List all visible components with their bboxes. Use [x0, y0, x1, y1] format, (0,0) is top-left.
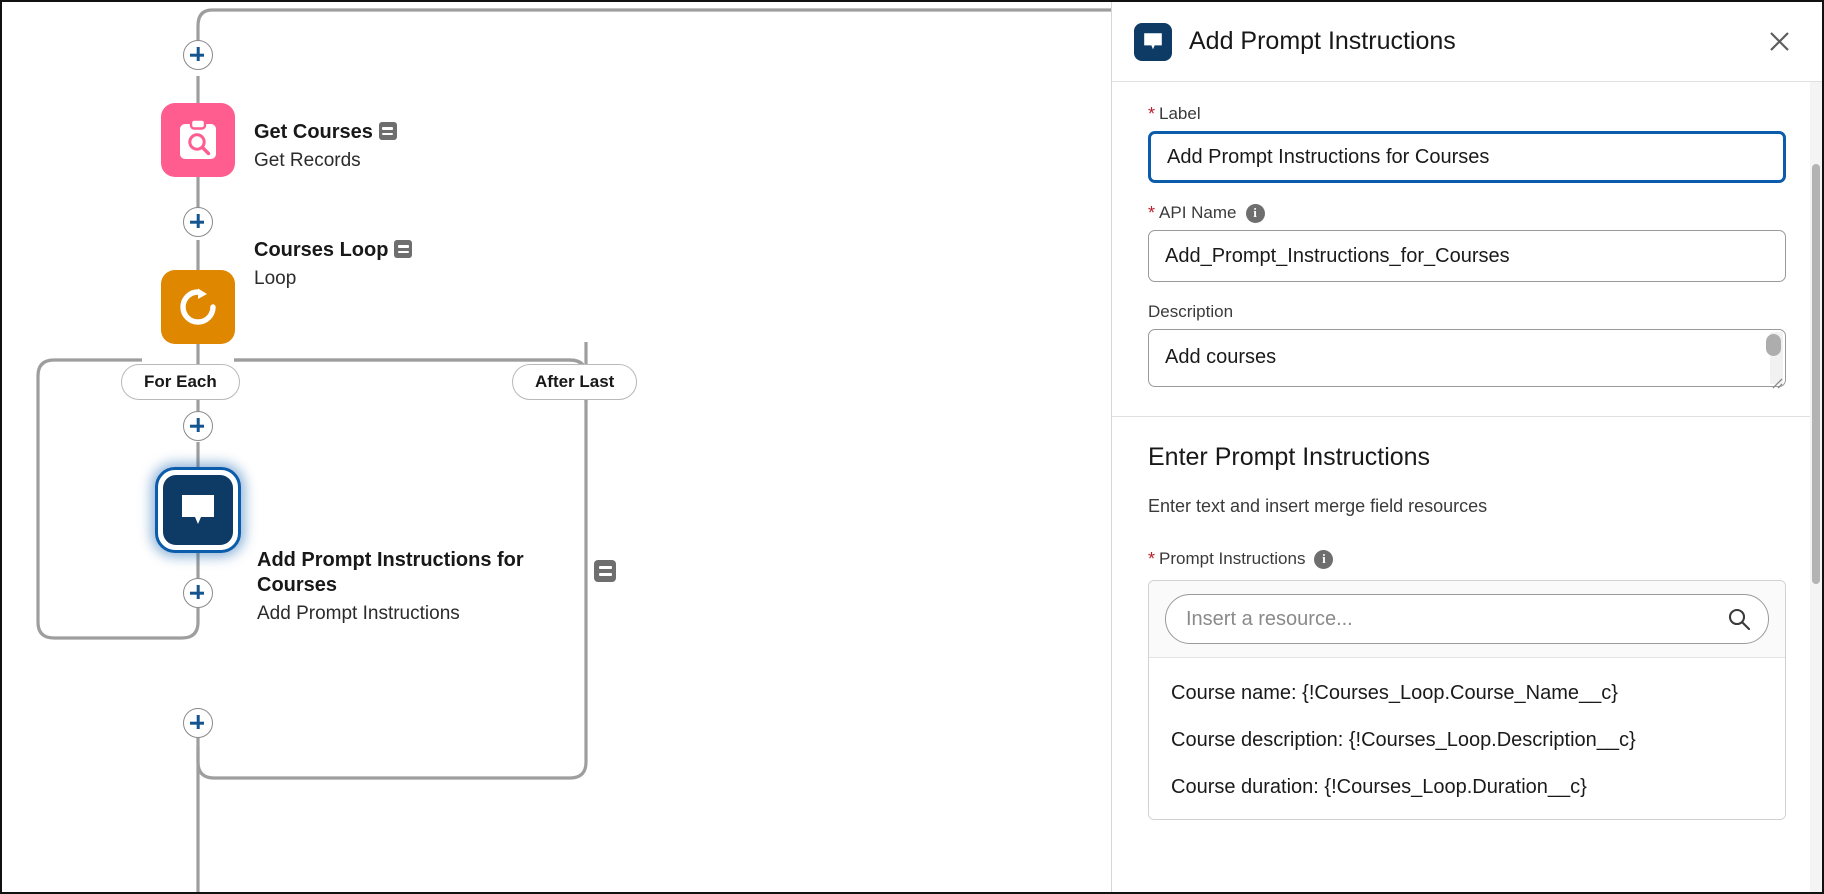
resource-search-box[interactable]	[1165, 594, 1769, 644]
prompt-instructions-editor: Course name: {!Courses_Loop.Course_Name_…	[1148, 580, 1786, 820]
description-textarea-wrap	[1148, 329, 1786, 392]
editor-content[interactable]: Course name: {!Courses_Loop.Course_Name_…	[1149, 658, 1785, 819]
label-field-label-text: Label	[1159, 104, 1201, 123]
resize-grip-icon[interactable]	[1770, 376, 1784, 390]
node-title-get-courses: Get Courses	[254, 121, 373, 143]
flow-canvas[interactable]: Get Courses Get Records Courses Loop Loo…	[2, 2, 1111, 892]
panel-title: Add Prompt Instructions	[1189, 27, 1456, 55]
add-element-button-top[interactable]	[183, 40, 213, 70]
add-element-button-after-loop[interactable]	[183, 708, 213, 738]
prompt-line: Course duration: {!Courses_Loop.Duration…	[1171, 776, 1587, 798]
node-title-add-prompt-instructions: Add Prompt Instructions for Courses	[257, 549, 524, 596]
description-badge-icon	[594, 560, 616, 582]
api-name-input[interactable]	[1148, 230, 1786, 282]
node-subtitle-get-courses: Get Records	[254, 150, 361, 171]
speech-bubble-icon	[182, 495, 214, 524]
node-label-courses-loop[interactable]: Courses Loop Loop	[254, 238, 413, 292]
loop-branch-for-each[interactable]: For Each	[121, 364, 240, 400]
api-name-field-label: * API Name i	[1148, 203, 1786, 223]
prompt-line: Course name: {!Courses_Loop.Course_Name_…	[1171, 682, 1618, 704]
add-element-button-in-loop[interactable]	[183, 411, 213, 441]
info-icon[interactable]: i	[1245, 203, 1265, 223]
description-field-group: Description	[1148, 302, 1786, 392]
prompt-instructions-section: Enter Prompt Instructions Enter text and…	[1112, 417, 1822, 820]
editor-toolbar	[1149, 581, 1785, 658]
node-subtitle-add-prompt-instructions: Add Prompt Instructions	[257, 603, 460, 624]
loop-branch-for-each-label: For Each	[144, 372, 217, 391]
description-field-label-text: Description	[1148, 302, 1234, 321]
loop-branch-after-last[interactable]: After Last	[512, 364, 638, 400]
close-icon[interactable]	[1762, 25, 1796, 59]
prompt-instructions-label: * Prompt Instructions i	[1148, 549, 1786, 569]
loop-refresh-icon	[180, 288, 216, 325]
add-element-button-after-action[interactable]	[183, 578, 213, 608]
label-input[interactable]	[1148, 131, 1786, 183]
node-label-add-prompt-instructions[interactable]: Add Prompt Instructions for Courses Add …	[257, 548, 587, 627]
node-subtitle-courses-loop: Loop	[254, 268, 297, 289]
general-settings-section: * Label * API Name i Description	[1112, 82, 1822, 417]
loop-branch-after-last-label: After Last	[535, 372, 615, 391]
clipboard-search-icon	[180, 119, 216, 159]
panel-scrollbar-thumb[interactable]	[1812, 164, 1820, 584]
section-description: Enter text and insert merge field resour…	[1148, 496, 1488, 516]
description-field-label: Description	[1148, 302, 1786, 322]
panel-body: * Label * API Name i Description	[1112, 82, 1822, 892]
description-badge-icon	[394, 240, 413, 258]
required-marker: *	[1148, 203, 1156, 223]
label-field-label: * Label	[1148, 104, 1786, 124]
description-scrollbar-thumb[interactable]	[1766, 334, 1781, 356]
node-icon-courses-loop[interactable]	[161, 270, 235, 344]
panel-header: Add Prompt Instructions	[1112, 2, 1822, 82]
node-label-get-courses[interactable]: Get Courses Get Records	[254, 120, 397, 174]
section-title: Enter Prompt Instructions	[1148, 443, 1431, 471]
label-field-group: * Label	[1148, 104, 1786, 183]
description-textarea[interactable]	[1148, 329, 1786, 387]
flow-builder-screen: Get Courses Get Records Courses Loop Loo…	[0, 0, 1824, 894]
search-icon[interactable]	[1727, 607, 1751, 631]
resource-search-input[interactable]	[1186, 607, 1720, 631]
api-name-field-label-text: API Name	[1159, 203, 1237, 222]
close-x-icon	[1769, 32, 1789, 51]
panel-speech-bubble-icon	[1134, 22, 1172, 61]
prompt-instructions-label-text: Prompt Instructions	[1159, 549, 1306, 568]
element-properties-panel: Add Prompt Instructions * Label Add Prom…	[1111, 2, 1822, 892]
prompt-line: Course description: {!Courses_Loop.Descr…	[1171, 729, 1636, 751]
speech-bubble-icon	[1144, 33, 1162, 50]
info-icon[interactable]: i	[1314, 549, 1334, 569]
node-icon-get-courses[interactable]	[161, 103, 235, 177]
node-title-courses-loop: Courses Loop	[254, 239, 389, 261]
required-marker: *	[1148, 104, 1156, 124]
required-marker: *	[1148, 549, 1156, 569]
api-name-field-group: * API Name i	[1148, 203, 1786, 282]
add-element-button-before-loop[interactable]	[183, 207, 213, 237]
description-badge-icon	[378, 122, 397, 140]
node-icon-add-prompt-instructions[interactable]	[155, 467, 241, 553]
